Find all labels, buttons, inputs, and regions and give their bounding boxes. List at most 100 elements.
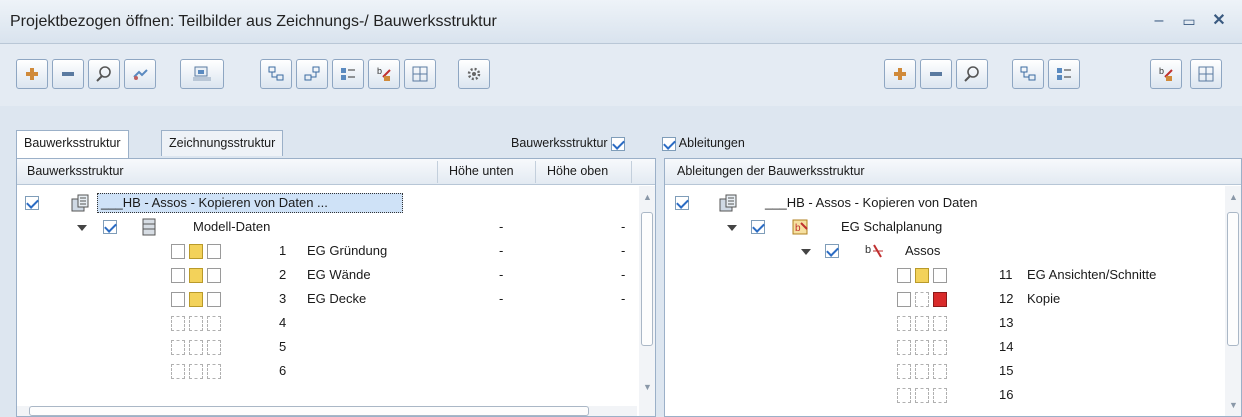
left-vertical-scrollbar[interactable]: ▲ ▼	[639, 186, 655, 416]
option-bauwerksstruktur[interactable]: Bauwerksstruktur	[511, 136, 626, 151]
plan-icon	[171, 244, 185, 259]
right-list-view-button[interactable]	[1048, 59, 1080, 89]
column-separator	[535, 161, 536, 183]
empty-slot-icon	[897, 364, 911, 379]
tree-collapse-icon	[304, 66, 320, 81]
building-icon	[719, 194, 737, 212]
root-checkbox[interactable]	[25, 196, 39, 210]
tab-zeichnungsstruktur[interactable]: Zeichnungsstruktur	[161, 130, 284, 156]
list-view-button[interactable]	[332, 59, 364, 89]
right-add-button[interactable]	[884, 59, 916, 89]
ableitungen-panel: Ableitungen der Bauwerksstruktur ___HB -…	[664, 158, 1242, 417]
right-search-button[interactable]	[956, 59, 988, 89]
right-panel-header: Ableitungen der Bauwerksstruktur	[665, 159, 1241, 185]
expand-arrow-icon[interactable]	[801, 249, 811, 255]
right-derive-button[interactable]: b	[1150, 59, 1182, 89]
layer-yellow-icon	[189, 244, 203, 259]
remove-icon	[930, 72, 942, 76]
settings-icon	[467, 67, 481, 81]
option-ableitungen-checkbox[interactable]	[662, 136, 676, 151]
right-vertical-scrollbar[interactable]: ▲ ▼	[1225, 186, 1241, 416]
row-number: 16	[999, 387, 1014, 402]
svg-text:b: b	[865, 244, 871, 256]
row-number: 2	[279, 267, 287, 282]
model-daten-row[interactable]: Modell-Daten - -	[17, 217, 637, 239]
derive-button[interactable]: b	[368, 59, 400, 89]
structure-button[interactable]	[180, 59, 224, 89]
list-item[interactable]: 6	[17, 361, 637, 383]
row-number: 1	[279, 243, 287, 258]
column-header-ableitungen[interactable]: Ableitungen der Bauwerksstruktur	[677, 164, 865, 178]
toolbar: b b	[0, 44, 1242, 106]
right-grid-view-button[interactable]	[1190, 59, 1222, 89]
link-button[interactable]	[124, 59, 156, 89]
empty-slot-icon	[915, 364, 929, 379]
tree-collapse-button[interactable]	[296, 59, 328, 89]
empty-slot-icon	[897, 388, 911, 403]
search-button[interactable]	[88, 59, 120, 89]
column-header-hoehe-oben[interactable]: Höhe oben	[547, 164, 608, 178]
scroll-down-icon[interactable]: ▼	[1229, 400, 1238, 410]
left-horizontal-scrollbar[interactable]	[17, 406, 637, 416]
edit-icon	[207, 292, 221, 307]
tree-root-row[interactable]: ___HB - Assos - Kopieren von Daten ...	[17, 193, 637, 215]
empty-slot-icon	[915, 340, 929, 355]
column-separator	[437, 161, 438, 183]
option-bauwerksstruktur-checkbox[interactable]	[611, 136, 626, 151]
svg-text:b: b	[795, 223, 801, 234]
right-remove-button[interactable]	[920, 59, 952, 89]
close-button[interactable]: ✕	[1208, 10, 1230, 32]
subgroup-checkbox[interactable]	[825, 244, 839, 258]
row-number: 6	[279, 363, 287, 378]
add-icon	[26, 68, 38, 80]
list-item[interactable]: 13	[665, 313, 1225, 335]
remove-icon	[62, 72, 74, 76]
list-item[interactable]: 4	[17, 313, 637, 335]
group-checkbox[interactable]	[751, 220, 765, 234]
derive-icon: b	[1159, 66, 1173, 81]
title-bar: Projektbezogen öffnen: Teilbilder aus Ze…	[0, 0, 1242, 44]
derivation-icon: b	[865, 244, 883, 258]
scroll-up-icon[interactable]: ▲	[643, 192, 652, 202]
add-button[interactable]	[16, 59, 48, 89]
list-item[interactable]: 2 EG Wände - -	[17, 265, 637, 287]
column-header-bauwerksstruktur[interactable]: Bauwerksstruktur	[27, 164, 124, 178]
row-name: EG Wände	[307, 267, 371, 282]
tree-root-row[interactable]: ___HB - Assos - Kopieren von Daten	[665, 193, 1225, 215]
list-item[interactable]: 1 EG Gründung - -	[17, 241, 637, 263]
scroll-down-icon[interactable]: ▼	[643, 382, 652, 392]
subgroup-row[interactable]: b Assos	[665, 241, 1225, 263]
model-daten-checkbox[interactable]	[103, 220, 117, 234]
remove-button[interactable]	[52, 59, 84, 89]
tab-bauwerksstruktur[interactable]: Bauwerksstruktur	[16, 130, 129, 158]
empty-slot-icon	[207, 316, 221, 331]
row-number: 3	[279, 291, 287, 306]
minimize-button[interactable]: –	[1148, 10, 1170, 32]
option-ableitungen[interactable]: Ableitungen	[662, 136, 745, 151]
plan-icon	[171, 268, 185, 283]
expand-arrow-icon[interactable]	[77, 225, 87, 231]
left-scroll-thumb[interactable]	[641, 212, 653, 346]
group-row[interactable]: b EG Schalplanung	[665, 217, 1225, 239]
list-item[interactable]: 14	[665, 337, 1225, 359]
list-item[interactable]: 3 EG Decke - -	[17, 289, 637, 311]
root-checkbox[interactable]	[675, 196, 689, 210]
right-scroll-thumb[interactable]	[1227, 212, 1239, 346]
list-item[interactable]: 11 EG Ansichten/Schnitte	[665, 265, 1225, 287]
left-hscroll-thumb[interactable]	[29, 406, 589, 416]
scroll-up-icon[interactable]: ▲	[1229, 192, 1238, 202]
list-view-icon	[1057, 68, 1071, 80]
list-item[interactable]: 12 Kopie	[665, 289, 1225, 311]
right-tree-button[interactable]	[1012, 59, 1044, 89]
row-number: 15	[999, 363, 1014, 378]
tree-expand-button[interactable]	[260, 59, 292, 89]
list-item[interactable]: 16	[665, 385, 1225, 407]
expand-arrow-icon[interactable]	[727, 225, 737, 231]
list-item[interactable]: 15	[665, 361, 1225, 383]
empty-slot-icon	[171, 364, 185, 379]
column-header-hoehe-unten[interactable]: Höhe unten	[449, 164, 514, 178]
maximize-button[interactable]: ▭	[1178, 10, 1200, 32]
grid-view-button[interactable]	[404, 59, 436, 89]
settings-button[interactable]	[458, 59, 490, 89]
list-item[interactable]: 5	[17, 337, 637, 359]
